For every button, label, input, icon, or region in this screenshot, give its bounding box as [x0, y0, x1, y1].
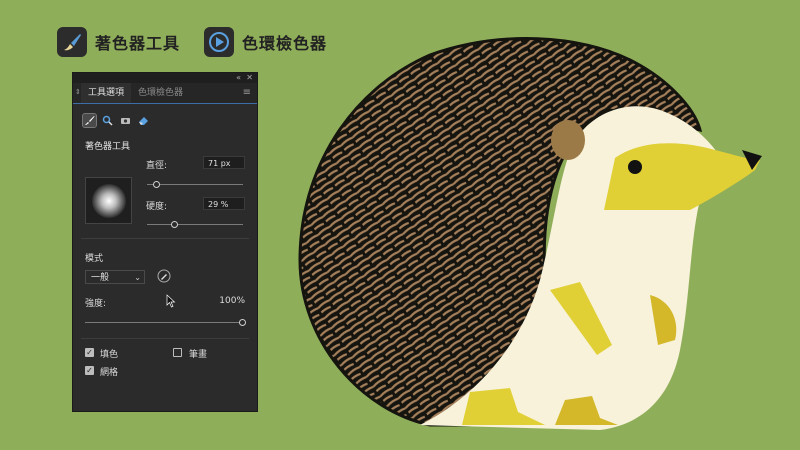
hardness-slider-track[interactable]: [147, 224, 243, 225]
panel-tabs: ⇕ 工具選項 色環檢色器 ≡: [73, 83, 257, 104]
mode-label: 模式: [85, 254, 104, 264]
brush-tool-icon: [57, 27, 87, 57]
divider: [81, 338, 249, 339]
mode-select-value: 一般: [91, 273, 110, 283]
mouse-cursor-icon: [166, 294, 176, 308]
brush-icon[interactable]: [82, 113, 97, 128]
strength-slider-track[interactable]: [85, 322, 242, 323]
tool-selector: [82, 113, 150, 128]
tool-options-panel: « ✕ ⇕ 工具選項 色環檢色器 ≡ 著色器工具 直徑: 71 px 硬度: 2…: [72, 72, 258, 412]
close-icon[interactable]: ✕: [246, 73, 253, 83]
eraser-icon[interactable]: [137, 114, 150, 127]
magnifier-icon[interactable]: [101, 114, 114, 127]
strength-value: 100%: [219, 296, 245, 306]
legend-brush-tool: 著色器工具: [57, 27, 180, 57]
tab-color-wheel[interactable]: 色環檢色器: [131, 83, 190, 103]
eyedropper-icon[interactable]: [157, 269, 171, 283]
hardness-label: 硬度:: [146, 202, 168, 212]
diameter-label: 直徑:: [146, 161, 168, 171]
collapse-panel-icon[interactable]: «: [236, 73, 241, 83]
camera-icon[interactable]: [119, 114, 132, 127]
legend-color-wheel-label: 色環檢色器: [242, 34, 328, 53]
grid-checkbox[interactable]: ✓: [85, 366, 94, 375]
expand-arrows-icon[interactable]: ⇕: [75, 88, 81, 96]
diameter-slider-track[interactable]: [147, 184, 243, 185]
brush-preview: [85, 177, 132, 224]
diameter-field[interactable]: 71 px: [203, 156, 245, 169]
mode-select[interactable]: 一般 ⌄: [85, 270, 145, 284]
grid-label: 網格: [100, 368, 119, 378]
hardness-slider-thumb[interactable]: [171, 221, 179, 228]
legend-color-wheel: 色環檢色器: [204, 27, 327, 57]
section-title: 著色器工具: [85, 142, 131, 152]
hedgehog-face: [604, 143, 762, 210]
brush-tip-preview: [91, 183, 126, 218]
hedgehog-ear: [551, 120, 585, 160]
tab-tool-options[interactable]: 工具選項: [81, 83, 132, 103]
chevron-down-icon: ⌄: [134, 273, 141, 282]
stroke-label: 筆畫: [189, 350, 208, 360]
panel-menu-icon[interactable]: ≡: [243, 87, 251, 98]
color-wheel-icon: [204, 27, 234, 57]
strength-slider-thumb[interactable]: [238, 319, 246, 326]
divider: [81, 238, 249, 239]
strength-label: 強度:: [85, 299, 107, 309]
legend-brush-label: 著色器工具: [95, 34, 181, 53]
fill-checkbox[interactable]: ✓: [85, 348, 94, 357]
fill-label: 填色: [100, 350, 119, 360]
stroke-checkbox[interactable]: [173, 348, 182, 357]
hardness-field[interactable]: 29 %: [203, 197, 245, 210]
panel-titlebar: « ✕: [73, 73, 257, 83]
diameter-slider-thumb[interactable]: [153, 181, 161, 188]
